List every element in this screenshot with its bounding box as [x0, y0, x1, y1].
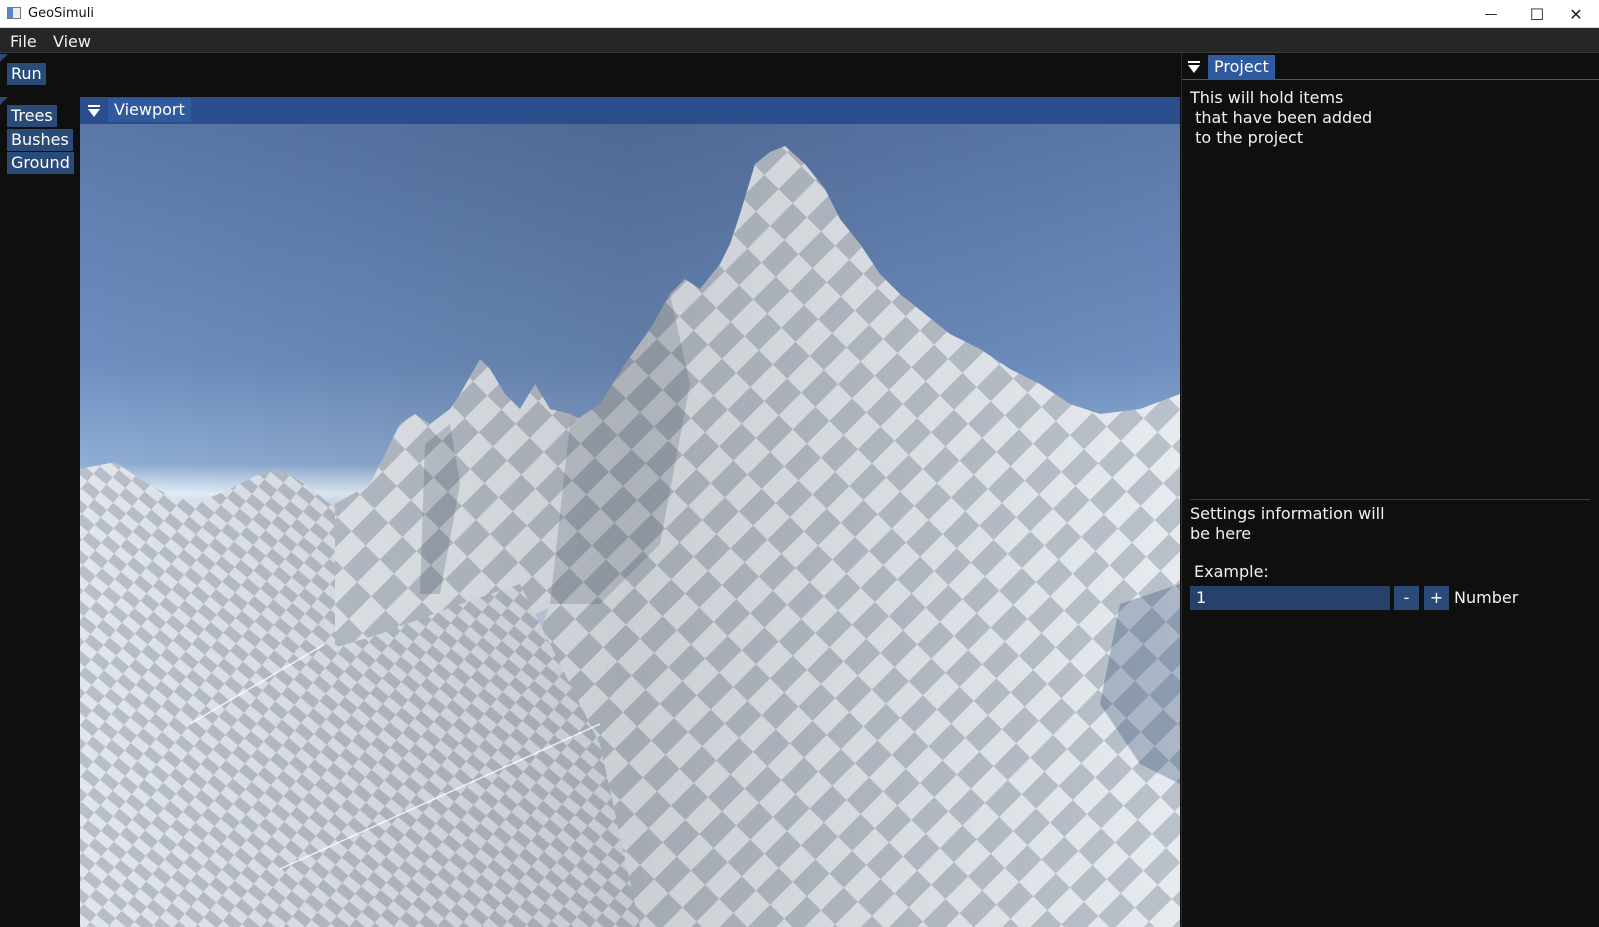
- project-header: Project: [1182, 54, 1599, 80]
- sidebar-item-trees[interactable]: Trees: [7, 105, 57, 127]
- example-label: Example:: [1194, 562, 1269, 581]
- close-icon: ✕: [1569, 4, 1583, 24]
- resize-grip[interactable]: [0, 54, 8, 62]
- collapse-triangle-icon[interactable]: [88, 105, 100, 117]
- terrain-render: [80, 124, 1180, 927]
- project-description: This will hold items that have been adde…: [1190, 88, 1373, 147]
- settings-text: Settings information will be here: [1190, 504, 1385, 543]
- tab-viewport[interactable]: Viewport: [108, 98, 191, 122]
- menu-file[interactable]: File: [10, 32, 37, 51]
- number-label: Number: [1454, 588, 1519, 607]
- menu-bar: File View: [0, 28, 1599, 53]
- decrement-button[interactable]: -: [1394, 586, 1419, 610]
- minimize-icon: —: [1484, 6, 1498, 22]
- number-input[interactable]: 1: [1190, 586, 1390, 610]
- viewport-header: Viewport: [80, 97, 1180, 124]
- viewport-canvas[interactable]: [80, 124, 1180, 927]
- minimize-button[interactable]: —: [1468, 0, 1514, 28]
- toolbar: Run: [0, 54, 1180, 96]
- app-window-icon: [7, 7, 21, 19]
- window-titlebar: GeoSimuli — ☐ ✕: [0, 0, 1599, 28]
- close-button[interactable]: ✕: [1553, 0, 1599, 28]
- resize-grip[interactable]: [0, 97, 8, 105]
- menu-view[interactable]: View: [53, 32, 91, 51]
- collapse-triangle-icon[interactable]: [1188, 61, 1200, 73]
- sidebar-item-bushes[interactable]: Bushes: [7, 129, 73, 151]
- divider: [1190, 499, 1590, 500]
- window-title: GeoSimuli: [28, 6, 95, 21]
- run-button[interactable]: Run: [7, 63, 46, 85]
- object-sidebar: Trees Bushes Ground: [0, 97, 79, 927]
- sidebar-item-ground[interactable]: Ground: [7, 152, 74, 174]
- tab-project[interactable]: Project: [1208, 55, 1275, 79]
- maximize-icon: ☐: [1529, 4, 1545, 24]
- project-panel: Project This will hold items that have b…: [1181, 54, 1599, 927]
- increment-button[interactable]: +: [1424, 586, 1449, 610]
